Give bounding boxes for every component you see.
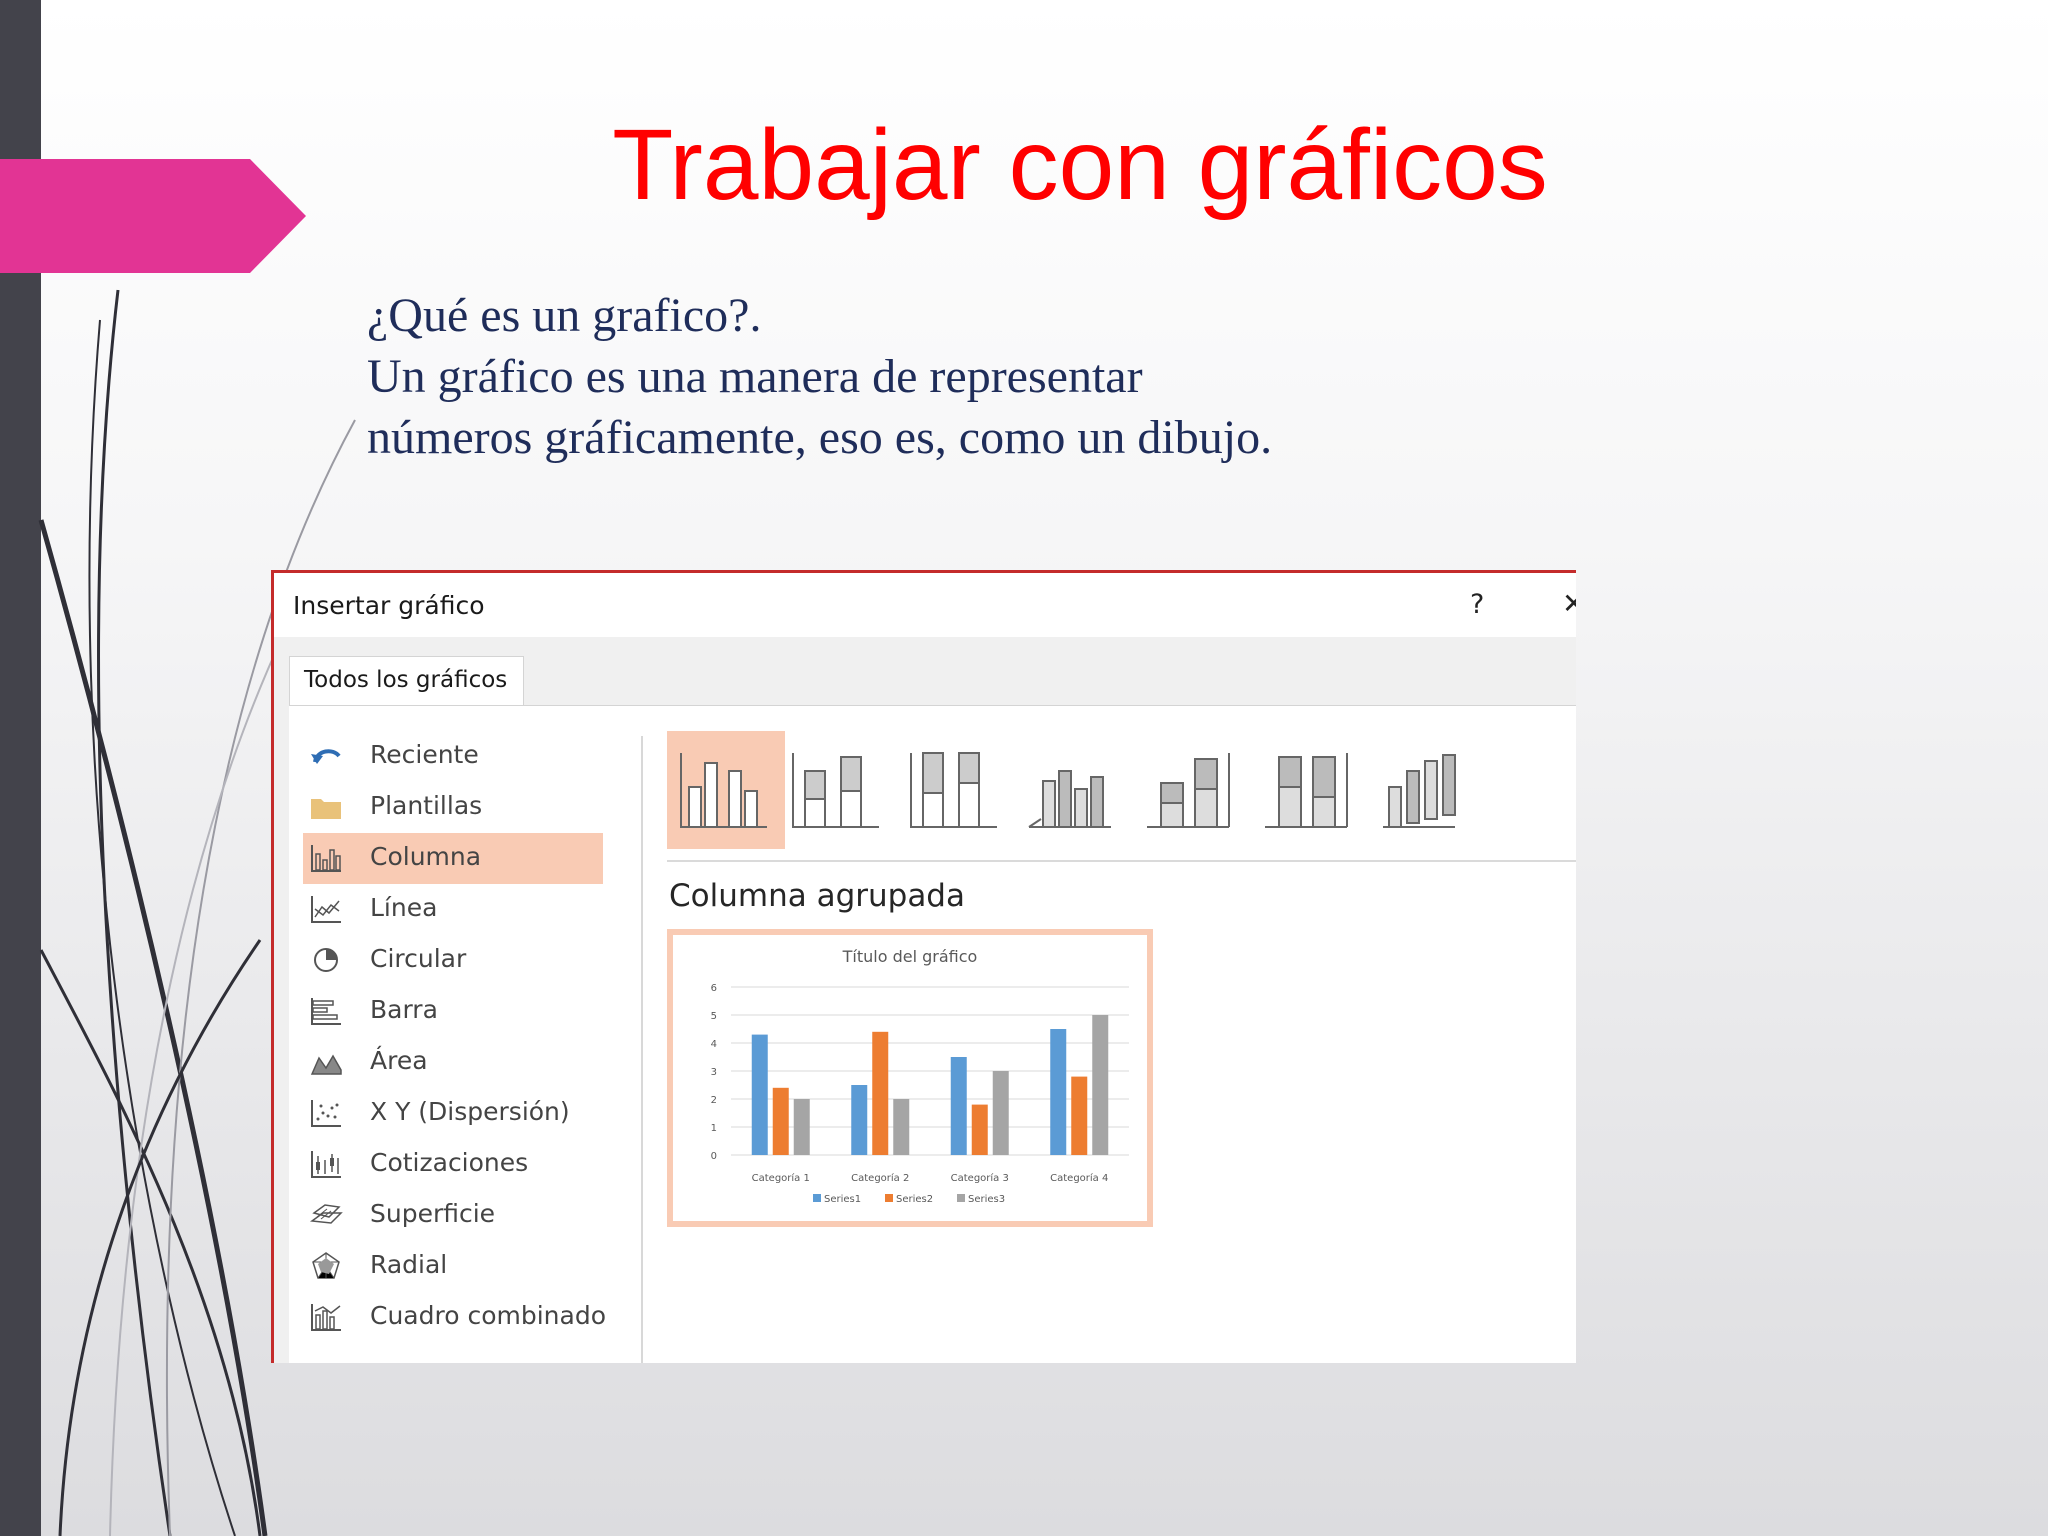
- dialog-panel: Reciente Plantillas Columna Línea Circul…: [289, 705, 1576, 1363]
- bar-series2: [971, 1104, 988, 1155]
- x-tick-label: Categoría 1: [752, 1172, 810, 1184]
- area-chart-icon: [310, 1054, 342, 1075]
- sidebar-item-reciente[interactable]: Reciente: [303, 731, 603, 782]
- pie-chart-icon: [314, 948, 338, 972]
- gallery-divider: [667, 860, 1576, 862]
- y-tick-label: 3: [711, 1067, 717, 1078]
- bar-series3: [992, 1071, 1009, 1155]
- sidebar-item-cotizaciones[interactable]: Cotizaciones: [303, 1139, 603, 1190]
- stacked-column-icon[interactable]: [785, 731, 903, 849]
- slide-body: ¿Qué es un grafico?. Un gráfico es una m…: [367, 285, 1272, 468]
- 3d-column-icon[interactable]: [1375, 731, 1493, 849]
- bar-series1: [851, 1085, 868, 1155]
- sidebar-item-xy-dispersion[interactable]: X Y (Dispersión): [303, 1088, 603, 1139]
- y-tick-label: 6: [711, 983, 717, 994]
- column-chart-icon: [311, 845, 341, 872]
- bar-series1: [751, 1034, 768, 1155]
- 100-stacked-column-icon[interactable]: [903, 731, 1021, 849]
- bar-series1: [1050, 1029, 1067, 1155]
- y-tick-label: 2: [711, 1095, 717, 1106]
- sidebar-item-circular[interactable]: Circular: [303, 935, 603, 986]
- bar-series3: [793, 1099, 810, 1155]
- sidebar-item-cuadro-combinado[interactable]: Cuadro combinado: [303, 1292, 606, 1343]
- insert-chart-dialog: Insertar gráfico ? ✕ Todos los gráficos …: [271, 570, 1576, 1363]
- legend-swatch: [813, 1194, 821, 1202]
- legend-swatch: [957, 1194, 965, 1202]
- close-button[interactable]: ✕: [1562, 587, 1576, 620]
- tab-label: Todos los gráficos: [304, 667, 508, 693]
- y-tick-label: 5: [711, 1011, 717, 1022]
- dialog-title: Insertar gráfico: [293, 591, 485, 620]
- bar-series1: [950, 1057, 967, 1155]
- chart-svg: 0 1 2 3 4 5 6 Categoría 1 Categoría 2 Categoría 3…: [711, 983, 1129, 1205]
- tab-all-charts[interactable]: Todos los gráficos: [289, 656, 524, 707]
- legend-swatch: [885, 1194, 893, 1202]
- combo-chart-icon: [311, 1304, 341, 1331]
- x-tick-label: Categoría 3: [951, 1172, 1009, 1184]
- accent-arrow: [0, 159, 306, 273]
- chart-preview[interactable]: Título del gráfico 0 1 2 3 4 5 6 Categoría 1 Cat…: [667, 929, 1153, 1227]
- sidebar-item-barra[interactable]: Barra: [303, 986, 603, 1037]
- panel-divider: [641, 736, 643, 1363]
- legend-label: Series2: [896, 1194, 933, 1205]
- bar-series2: [872, 1031, 889, 1155]
- y-tick-label: 1: [711, 1123, 717, 1134]
- sidebar-item-area[interactable]: Área: [303, 1037, 603, 1088]
- folder-icon: [311, 799, 341, 819]
- sidebar-item-superficie[interactable]: Superficie: [303, 1190, 603, 1241]
- dialog-titlebar: Insertar gráfico ? ✕: [274, 573, 1576, 637]
- scatter-chart-icon: [311, 1100, 341, 1127]
- stock-chart-icon: [311, 1151, 341, 1178]
- clustered-column-icon[interactable]: [667, 731, 785, 849]
- sidebar-item-linea[interactable]: Línea: [303, 884, 603, 935]
- line-chart-icon: [311, 896, 341, 923]
- recent-icon: [311, 749, 341, 764]
- slide-title: Trabajar con gráficos: [612, 109, 1548, 221]
- sidebar-item-plantillas[interactable]: Plantillas: [303, 782, 603, 833]
- subtype-name: Columna agrupada: [669, 878, 965, 914]
- bar-series3: [1092, 1015, 1109, 1155]
- y-tick-label: 4: [711, 1039, 717, 1050]
- 3d-clustered-column-icon[interactable]: [1021, 731, 1139, 849]
- 3d-stacked-column-icon[interactable]: [1139, 731, 1257, 849]
- x-tick-label: Categoría 2: [851, 1172, 909, 1184]
- x-tick-label: Categoría 4: [1050, 1172, 1108, 1184]
- sidebar-item-columna[interactable]: Columna: [303, 833, 603, 884]
- y-tick-label: 0: [711, 1151, 717, 1162]
- body-line: números gráficamente, eso es, como un di…: [367, 411, 1273, 464]
- 3d-100-stacked-column-icon[interactable]: [1257, 731, 1375, 849]
- body-line: ¿Qué es un grafico?.: [367, 289, 762, 342]
- bar-series2: [1071, 1076, 1088, 1155]
- legend-label: Series1: [824, 1194, 861, 1205]
- bar-chart-icon: [311, 998, 341, 1025]
- body-line: Un gráfico es una manera de representar: [367, 350, 1143, 403]
- sidebar-item-radial[interactable]: Radial: [303, 1241, 603, 1292]
- legend-label: Series3: [968, 1194, 1005, 1205]
- surface-chart-icon: [309, 1204, 343, 1224]
- bar-series3: [893, 1099, 910, 1155]
- help-button[interactable]: ?: [1470, 589, 1484, 620]
- radar-chart-icon: [312, 1252, 340, 1279]
- bar-series2: [772, 1087, 789, 1155]
